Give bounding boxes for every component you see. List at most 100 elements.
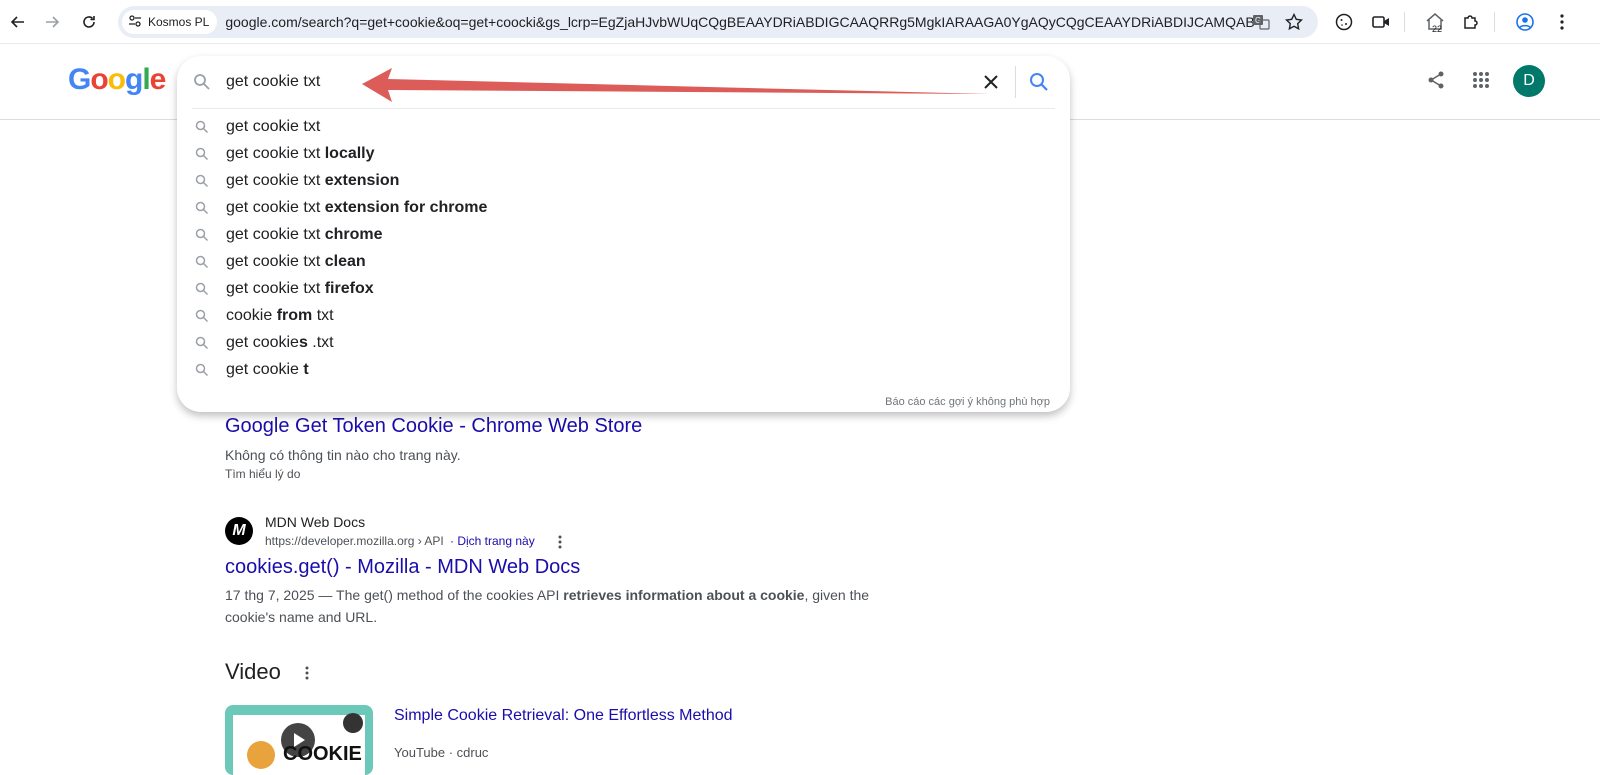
suggestion-plain: get cookie txt <box>226 117 321 135</box>
report-suggestions-link[interactable]: Báo cáo các gợi ý không phù hợp <box>885 396 1050 408</box>
suggestion-item[interactable]: get cookie txt clean <box>177 248 1070 275</box>
suggestion-search-icon <box>177 282 226 296</box>
snippet-pre: 17 thg 7, 2025 — The get() method of the… <box>225 587 564 603</box>
logo-letter: l <box>142 63 150 96</box>
site-chip-label: Kosmos PL <box>148 15 210 29</box>
suggestion-plain: get cookie txt <box>226 252 325 270</box>
result-snippet-1: Không có thông tin nào cho trang này. <box>225 447 461 463</box>
suggestion-search-icon <box>177 309 226 323</box>
suggestion-plain: get cookie <box>226 333 299 351</box>
suggestion-bold: chrome <box>324 225 383 243</box>
toolbar-divider <box>1404 12 1405 32</box>
suggestion-search-icon <box>177 120 226 134</box>
suggestion-text: cookie from txt <box>226 307 334 325</box>
expand-icon[interactable] <box>343 713 363 733</box>
translate-icon[interactable]: G <box>1251 12 1271 32</box>
learn-why-link[interactable]: Tìm hiểu lý do <box>225 467 300 481</box>
logo-letter: e <box>149 63 167 96</box>
search-divider <box>1015 66 1016 98</box>
mdn-favicon: M <box>225 517 253 545</box>
suggestion-tail: .txt <box>307 333 334 351</box>
suggestion-text: get cookie txt firefox <box>226 280 374 298</box>
suggestion-bold: firefox <box>324 279 374 297</box>
red-arrow-annotation <box>362 68 990 102</box>
search-separator <box>192 108 1055 109</box>
suggestion-text: get cookie txt extension for chrome <box>226 199 487 217</box>
suggestion-item[interactable]: get cookie txt chrome <box>177 221 1070 248</box>
suggestion-text: get cookie txt clean <box>226 253 366 271</box>
share-icon[interactable] <box>1424 68 1448 92</box>
google-logo[interactable]: Google <box>68 63 167 97</box>
suggestion-search-icon <box>177 228 226 242</box>
address-bar[interactable]: Kosmos PL google.com/search?q=get+cookie… <box>118 6 1318 38</box>
apps-grid-icon[interactable] <box>1469 68 1493 92</box>
home-badge-icon[interactable]: 22 <box>1423 10 1447 34</box>
video-thumbnail[interactable]: COOKIE <box>225 705 373 775</box>
back-icon[interactable] <box>4 8 32 36</box>
suggestion-search-icon <box>177 255 226 269</box>
logo-letter: o <box>90 63 108 96</box>
extensions-puzzle-icon[interactable] <box>1459 10 1483 34</box>
result-title-1[interactable]: Google Get Token Cookie - Chrome Web Sto… <box>225 415 642 438</box>
suggestion-item[interactable]: get cookie t <box>177 356 1070 383</box>
video-camera-icon[interactable] <box>1369 10 1393 34</box>
suggestion-item[interactable]: get cookie txt locally <box>177 140 1070 167</box>
reload-icon[interactable] <box>75 8 103 36</box>
result-snippet-2: 17 thg 7, 2025 — The get() method of the… <box>225 584 885 628</box>
suggestion-bold: locally <box>324 144 375 162</box>
suggestion-tail: txt <box>312 306 334 324</box>
result-more-icon[interactable] <box>557 534 563 555</box>
suggestion-plain: get cookie txt <box>226 171 325 189</box>
suggestion-item[interactable]: cookie from txt <box>177 302 1070 329</box>
suggestion-plain: cookie <box>226 306 277 324</box>
search-autocomplete-popup: get cookie txtget cookie txt locallyget … <box>177 56 1070 412</box>
translate-page-link[interactable]: · Dịch trang này <box>450 534 535 548</box>
search-icon <box>193 73 211 96</box>
video-meta: YouTube · cdruc <box>394 745 489 760</box>
result-title-2[interactable]: cookies.get() - Mozilla - MDN Web Docs <box>225 556 580 579</box>
bookmark-star-icon[interactable] <box>1284 12 1304 32</box>
suggestion-text: get cookie txt <box>226 118 320 136</box>
cookie-image-icon <box>247 741 275 769</box>
suggestion-text: get cookie txt locally <box>226 145 375 163</box>
suggestion-item[interactable]: get cookies .txt <box>177 329 1070 356</box>
suggestion-plain: get cookie txt <box>226 198 325 216</box>
suggestion-item[interactable]: get cookie txt extension <box>177 167 1070 194</box>
result-cite-2[interactable]: https://developer.mozilla.org › API <box>265 534 444 548</box>
suggestion-bold: clean <box>324 252 366 270</box>
suggestion-search-icon <box>177 147 226 161</box>
suggestion-search-icon <box>177 201 226 215</box>
suggestion-plain: get cookie <box>226 360 304 378</box>
menu-kebab-icon[interactable] <box>1550 10 1574 34</box>
snippet-bold: retrieves information about a cookie <box>563 587 805 603</box>
suggestion-text: get cookie t <box>226 361 309 379</box>
search-submit-icon[interactable] <box>1029 72 1049 97</box>
suggestion-plain: get cookie txt <box>226 225 325 243</box>
tune-icon <box>128 14 142 31</box>
url-text[interactable]: google.com/search?q=get+cookie&oq=get+co… <box>225 14 1255 30</box>
cookie-icon[interactable] <box>1332 10 1356 34</box>
browser-toolbar: Kosmos PL google.com/search?q=get+cookie… <box>0 0 1600 44</box>
forward-icon[interactable] <box>38 8 66 36</box>
suggestion-bold: from <box>276 306 313 324</box>
video-more-icon[interactable] <box>304 665 310 686</box>
logo-letter: o <box>107 63 126 96</box>
suggestion-item[interactable]: get cookie txt <box>177 113 1070 140</box>
profile-icon[interactable] <box>1513 10 1537 34</box>
suggestion-bold: s <box>298 333 308 351</box>
logo-letter: G <box>68 63 91 96</box>
account-avatar[interactable]: D <box>1513 65 1545 97</box>
suggestion-search-icon <box>177 336 226 350</box>
toolbar-divider-2 <box>1494 12 1495 32</box>
video-title[interactable]: Simple Cookie Retrieval: One Effortless … <box>394 707 733 725</box>
suggestion-item[interactable]: get cookie txt firefox <box>177 275 1070 302</box>
suggestion-text: get cookies .txt <box>226 334 334 352</box>
result-site-name-2[interactable]: MDN Web Docs <box>265 514 365 530</box>
suggestion-bold: extension for chrome <box>324 198 488 216</box>
video-section-heading: Video <box>225 659 281 684</box>
logo-letter: g <box>125 63 143 96</box>
site-info-chip[interactable]: Kosmos PL <box>122 10 218 34</box>
suggestion-text: get cookie txt chrome <box>226 226 383 244</box>
suggestion-bold: t <box>303 360 309 378</box>
suggestion-item[interactable]: get cookie txt extension for chrome <box>177 194 1070 221</box>
